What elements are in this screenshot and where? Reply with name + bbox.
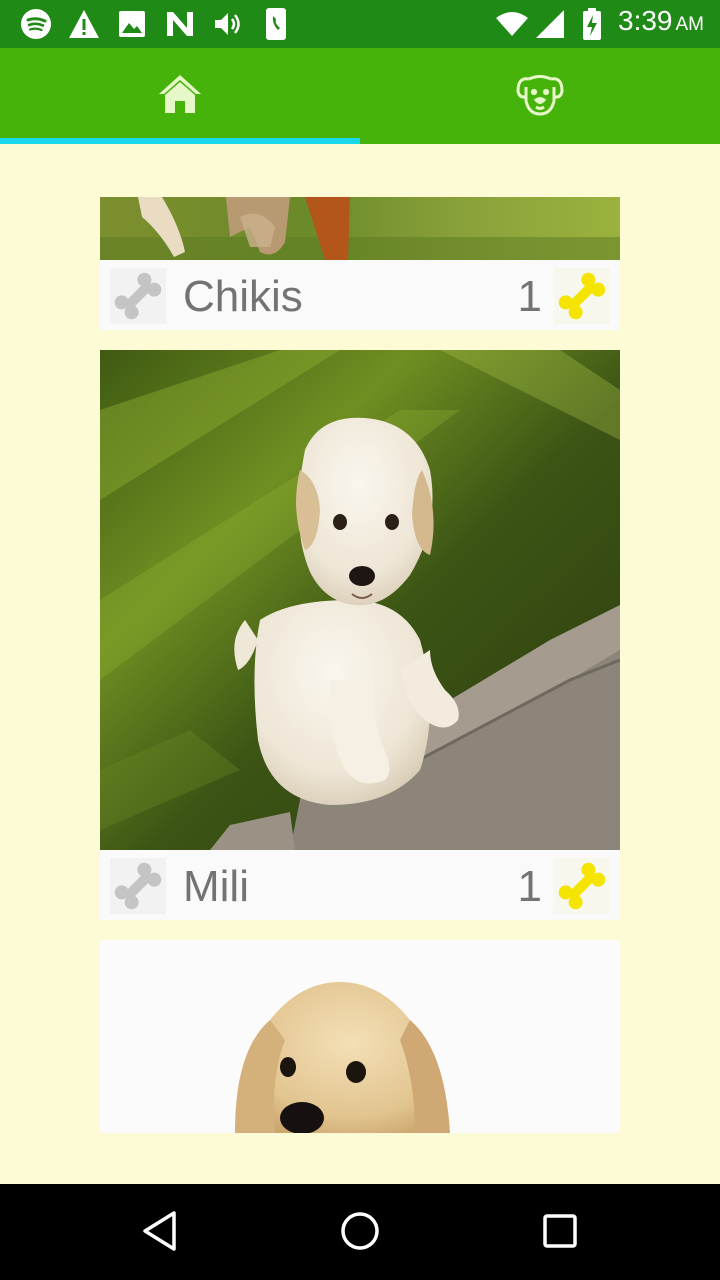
tab-bar [0, 48, 720, 144]
bone-button[interactable] [110, 268, 166, 324]
status-bar: 3:39 AM [0, 0, 720, 48]
back-button[interactable] [135, 1208, 185, 1258]
tab-dog[interactable] [360, 48, 720, 144]
n-app-icon [164, 8, 196, 40]
bone-gray-icon [110, 862, 166, 918]
dog-in-grass-photo [100, 197, 620, 260]
tab-home[interactable] [0, 48, 360, 144]
dog-face-icon [515, 71, 565, 122]
signal-icon [534, 8, 566, 40]
pet-info-row: Chikis 1 [100, 260, 620, 330]
recents-icon [542, 1213, 578, 1254]
pet-card[interactable]: Chikis 1 [100, 197, 620, 330]
spotify-icon [20, 8, 52, 40]
golden-puppy-photo [100, 940, 620, 1133]
pet-name: Mili [183, 862, 249, 911]
clock-ampm: AM [675, 14, 705, 35]
pet-list[interactable]: Chikis 1 Mili 1 [0, 144, 720, 1184]
like-indicator [554, 858, 610, 914]
bone-gray-icon [110, 272, 166, 328]
white-puppy-on-grass-photo [100, 350, 620, 850]
home-icon [156, 72, 204, 121]
battery-charging-icon [576, 8, 608, 40]
warning-icon [68, 8, 100, 40]
phone-call-icon [260, 8, 292, 40]
navigation-bar [0, 1184, 720, 1280]
recents-button[interactable] [535, 1208, 585, 1258]
like-indicator [554, 268, 610, 324]
like-count: 1 [517, 272, 542, 321]
back-icon [140, 1210, 180, 1257]
clock-time: 3:39 [618, 5, 673, 36]
wifi-icon [494, 8, 530, 40]
pet-card[interactable] [100, 940, 620, 1133]
home-circle-icon [340, 1211, 380, 1256]
image-icon [116, 8, 148, 40]
bone-yellow-icon [554, 862, 610, 918]
clock: 3:39 AM [618, 5, 704, 37]
pet-name: Chikis [183, 272, 303, 321]
pet-info-row: Mili 1 [100, 850, 620, 920]
pet-card[interactable]: Mili 1 [100, 350, 620, 920]
volume-icon [212, 8, 244, 40]
bone-button[interactable] [110, 858, 166, 914]
home-nav-button[interactable] [335, 1208, 385, 1258]
like-count: 1 [517, 862, 542, 911]
bone-yellow-icon [554, 272, 610, 328]
